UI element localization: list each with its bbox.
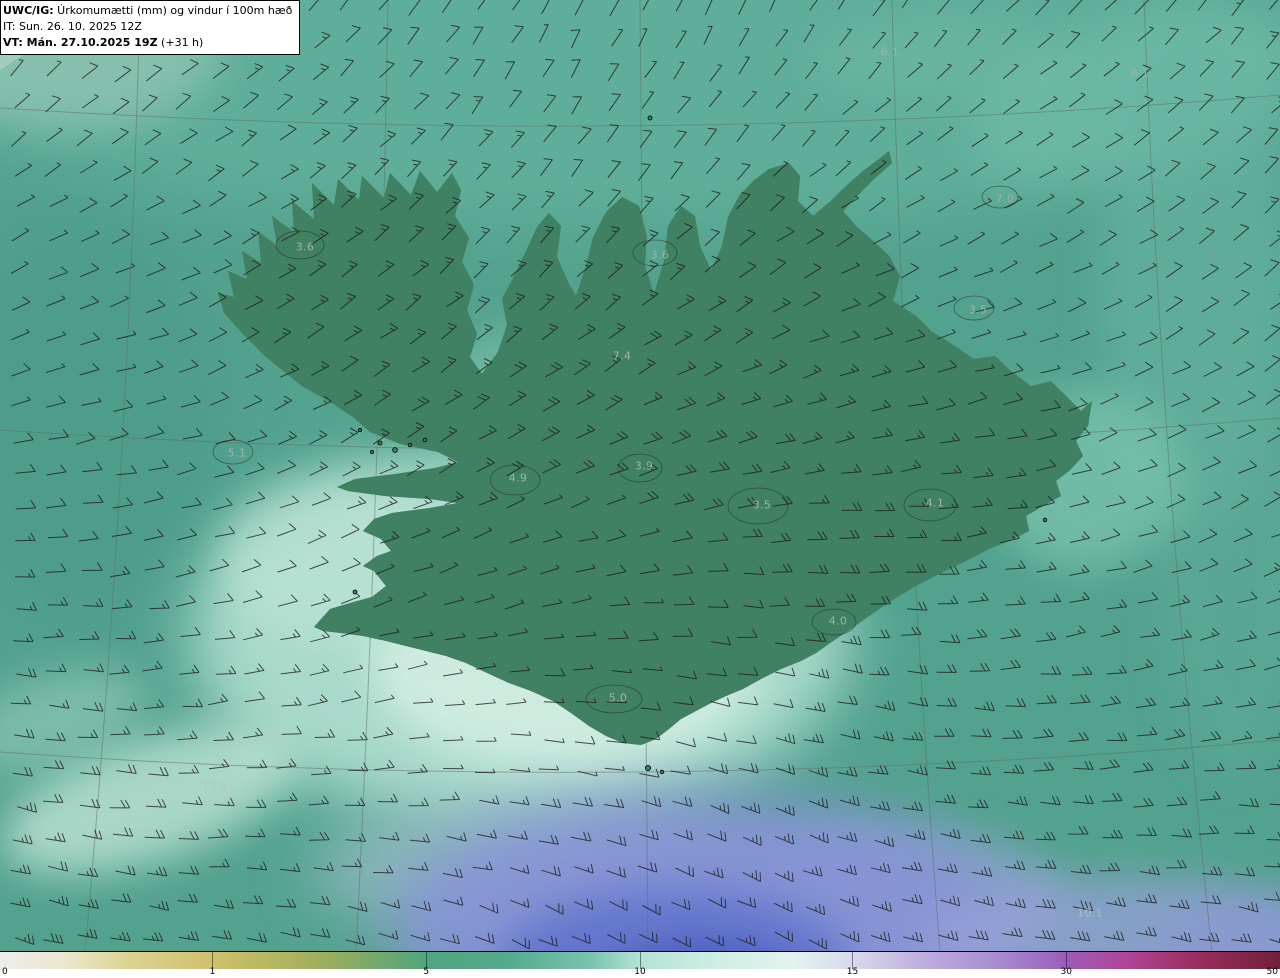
colorbar-tick-label: 0 [2,968,8,977]
precipitation-wind-map [0,0,1280,952]
colorbar-tick-label: 30 [1061,968,1072,977]
colorbar-tick-label: 5 [423,968,429,977]
map-title-line: UWC/IG: Úrkomumætti (mm) og vindur í 100… [3,3,292,19]
forecast-info-box: UWC/IG: Úrkomumætti (mm) og vindur í 100… [0,0,300,55]
colorbar-tick-label: 10 [634,968,645,977]
colorbar-tick-labels: 01510153050 [0,969,1280,978]
map-title: Úrkomumætti (mm) og vindur í 100m hæð [54,4,293,17]
init-time: IT: Sun. 26. 10. 2025 12Z [3,19,292,35]
valid-time-line: VT: Mán. 27.10.2025 19Z (+31 h) [3,35,292,51]
model-name: UWC/IG: [3,4,54,17]
precipitation-colorbar: 01510153050 [0,951,1280,978]
valid-time: VT: Mán. 27.10.2025 19Z [3,36,158,49]
colorbar-tick-label: 1 [210,968,216,977]
lead-time: (+31 h) [158,36,204,49]
weather-map-screen: 6.16.17.03.63.63.57.45.14.93.93.54.14.05… [0,0,1280,978]
colorbar-tick-label: 50 [1267,968,1278,977]
colorbar-tick-label: 15 [847,968,858,977]
